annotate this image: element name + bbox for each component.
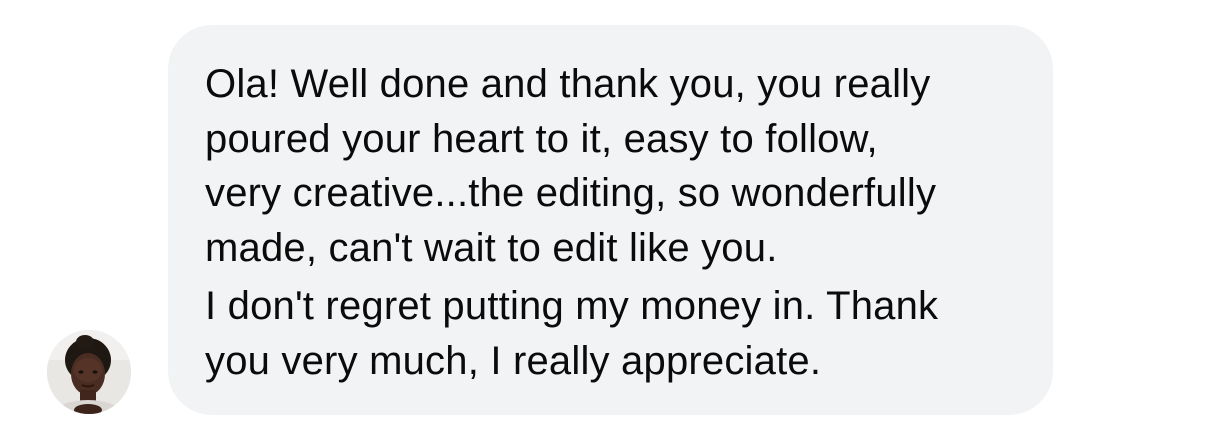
avatar-photo-icon (47, 330, 131, 414)
message-bubble[interactable]: Ola! Well done and thank you, you really… (168, 25, 1053, 415)
sender-avatar[interactable] (47, 330, 131, 414)
message-paragraph: Ola! Well done and thank you, you really… (205, 62, 937, 270)
message-paragraph: I don't regret putting my money in. Than… (205, 284, 939, 383)
